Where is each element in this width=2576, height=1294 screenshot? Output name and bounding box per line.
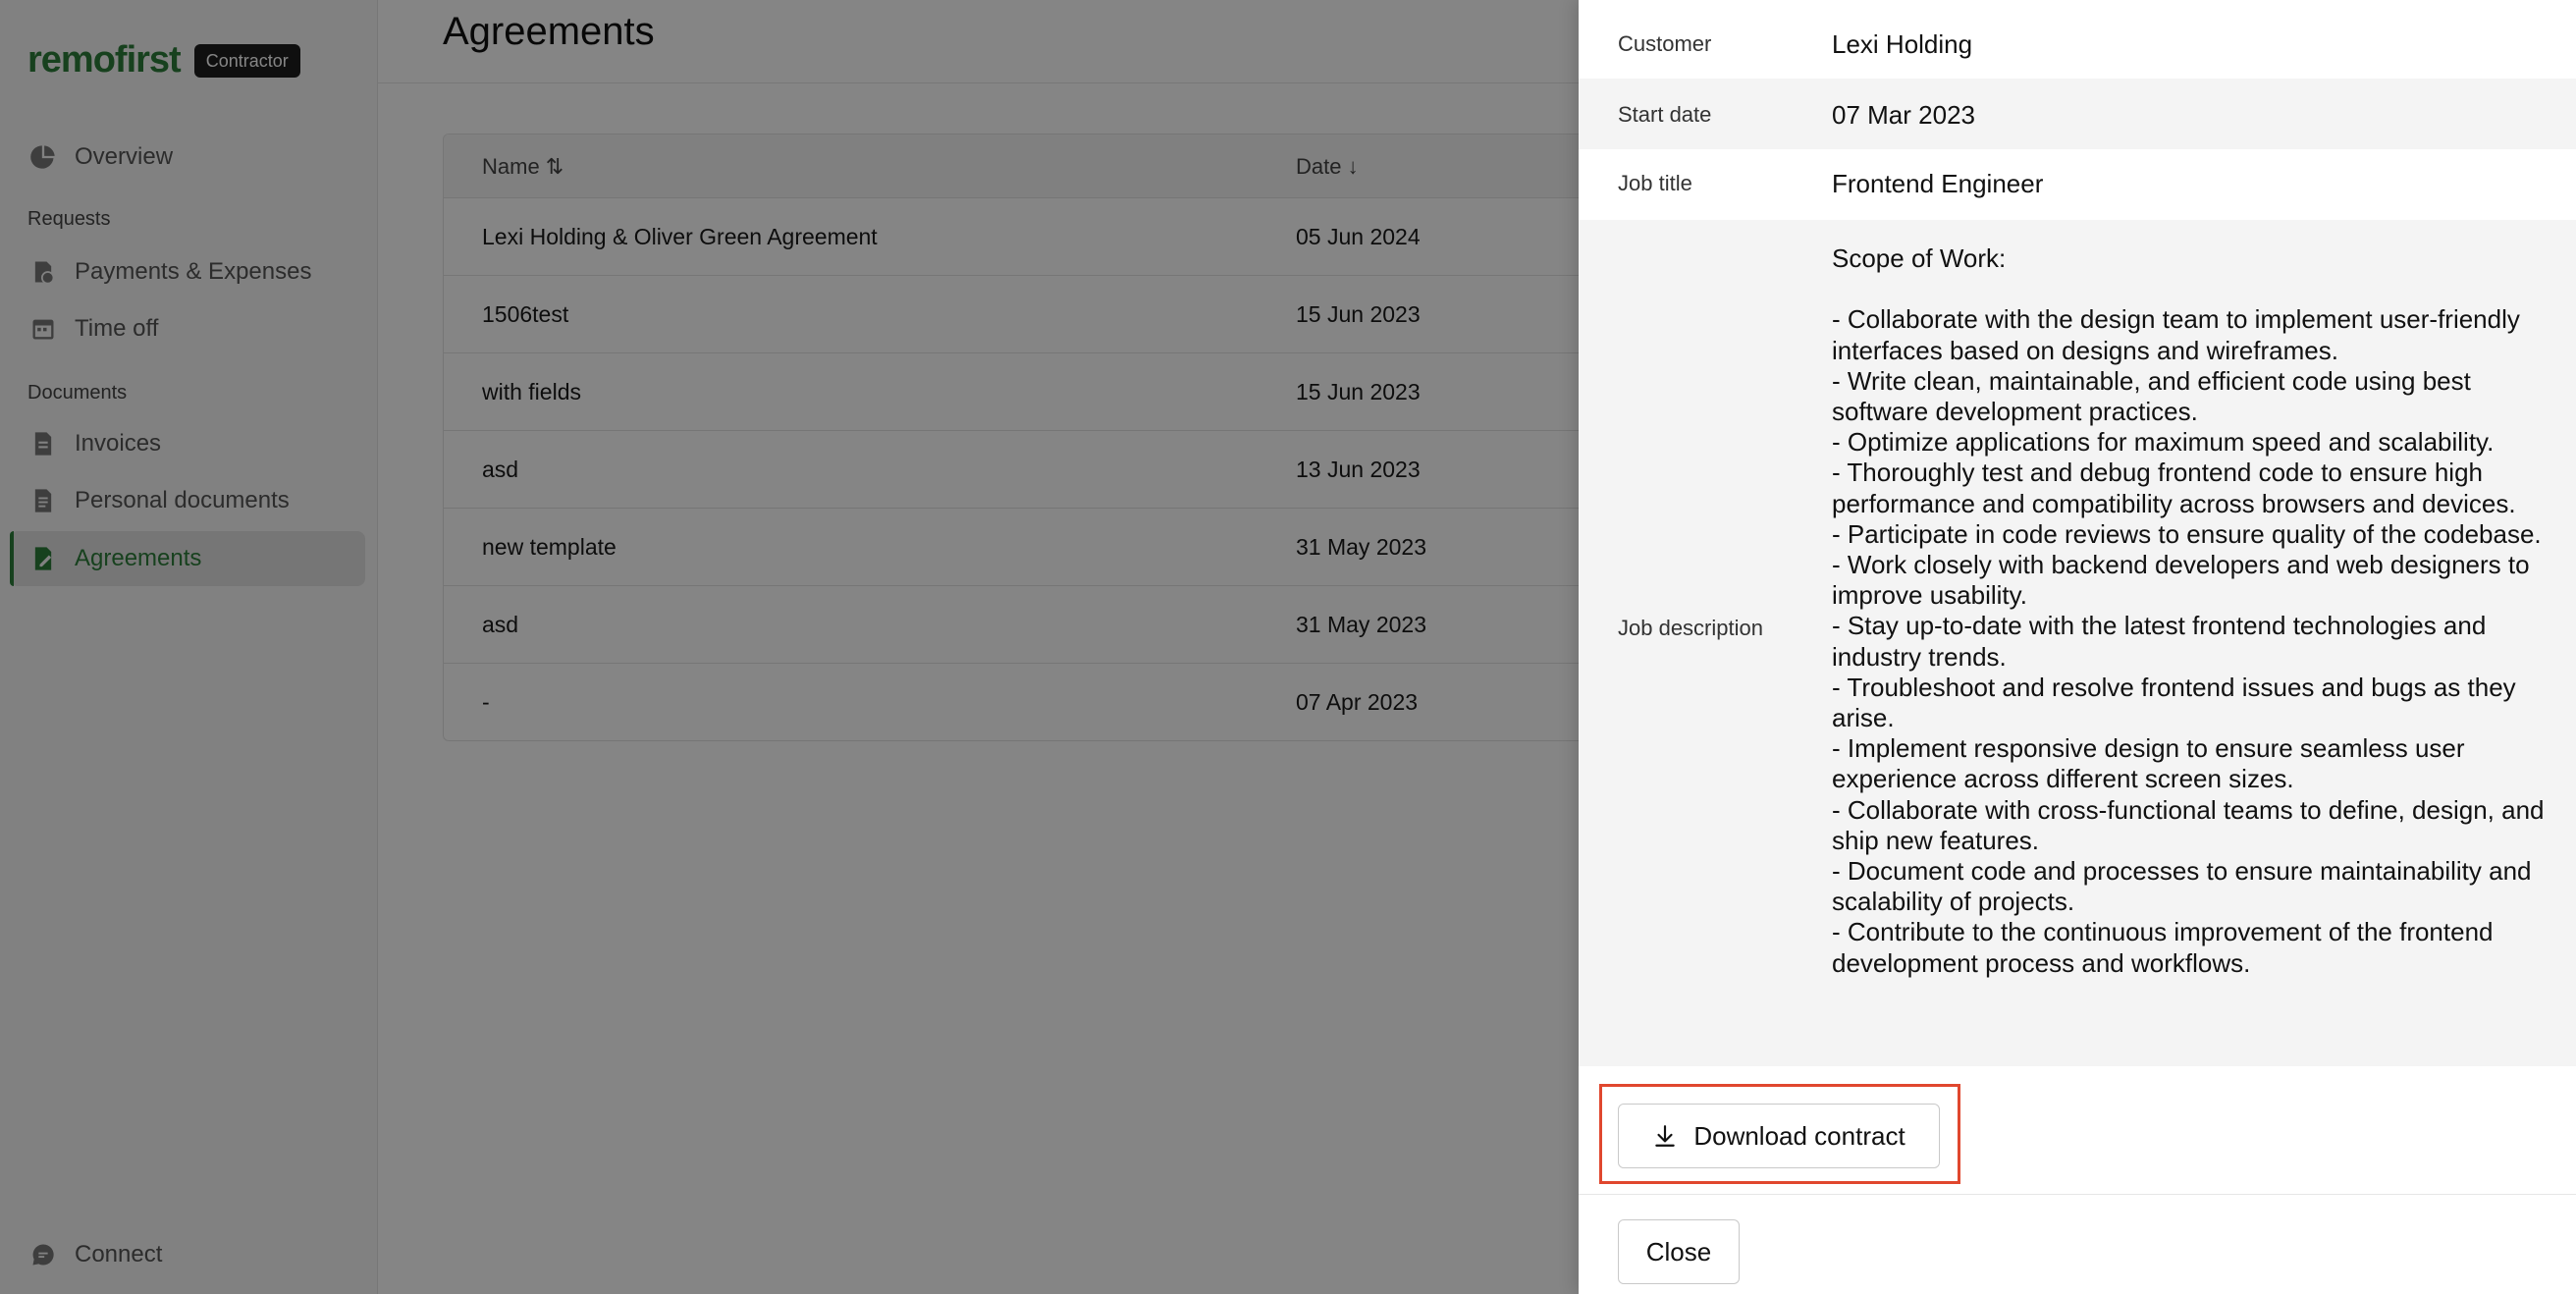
detail-label: Job title — [1618, 171, 1692, 195]
detail-value: 07 Mar 2023 — [1832, 100, 1975, 130]
download-icon — [1652, 1123, 1678, 1149]
download-contract-button[interactable]: Download contract — [1618, 1104, 1940, 1168]
detail-row-customer: Customer Lexi Holding — [1579, 8, 2576, 79]
divider — [1579, 1194, 2576, 1195]
download-contract-label: Download contract — [1693, 1120, 1905, 1151]
detail-label: Job description — [1618, 616, 1763, 640]
detail-label: Customer — [1618, 31, 1712, 56]
job-description-text: Scope of Work: - Collaborate with the de… — [1832, 243, 2545, 978]
detail-value: Lexi Holding — [1832, 29, 1973, 59]
detail-row-job-title: Job title Frontend Engineer — [1579, 149, 2576, 220]
close-button[interactable]: Close — [1618, 1219, 1740, 1284]
detail-value: Frontend Engineer — [1832, 169, 2044, 198]
detail-label: Start date — [1618, 102, 1712, 127]
detail-row-start-date: Start date 07 Mar 2023 — [1579, 79, 2576, 149]
drawer-footer: Download contract Close — [1579, 1066, 2576, 1294]
modal-backdrop[interactable] — [0, 0, 1579, 1294]
close-label: Close — [1645, 1236, 1712, 1267]
agreement-details-drawer: Customer Lexi Holding Start date 07 Mar … — [1579, 0, 2576, 1294]
